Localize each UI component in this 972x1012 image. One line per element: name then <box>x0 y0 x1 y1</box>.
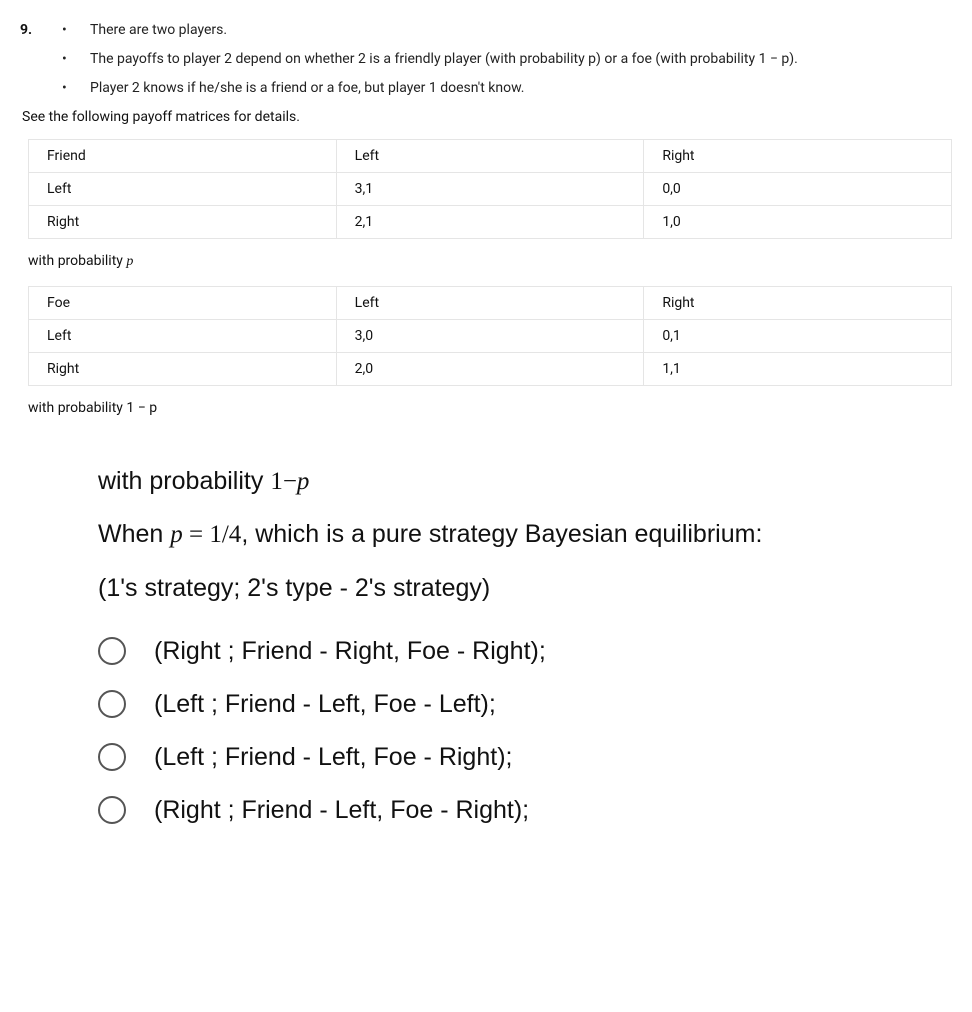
probability-label-friend: with probability p <box>28 253 952 270</box>
table-row: Right 2,1 1,0 <box>29 206 952 239</box>
table-row: Foe Left Right <box>29 287 952 320</box>
table-header-cell: Friend <box>29 140 337 173</box>
probability-line: with probability 1−p <box>98 458 952 505</box>
see-details-text: See the following payoff matrices for de… <box>22 109 952 125</box>
bullet-dot-icon: • <box>58 49 90 70</box>
bullet-item: • The payoffs to player 2 depend on whet… <box>58 49 952 70</box>
option-text: (Left ; Friend - Left, Foe - Left); <box>154 690 496 719</box>
question-prompt-section: with probability 1−p When p = 1/4, which… <box>98 458 952 825</box>
payoff-table-friend: Friend Left Right Left 3,1 0,0 Right 2,1… <box>28 139 952 239</box>
option-text: (Right ; Friend - Left, Foe - Right); <box>154 796 529 825</box>
bullet-list: • There are two players. • The payoffs t… <box>58 20 952 99</box>
strategy-format-line: (1's strategy; 2's type - 2's strategy) <box>98 565 952 611</box>
table-cell: 0,0 <box>644 173 952 206</box>
option-text: (Left ; Friend - Left, Foe - Right); <box>154 743 512 772</box>
bullet-text: There are two players. <box>90 20 227 41</box>
radio-icon[interactable] <box>98 690 126 718</box>
when-line: When p = 1/4, which is a pure strategy B… <box>98 511 952 558</box>
option-text: (Right ; Friend - Right, Foe - Right); <box>154 637 546 666</box>
question-number: 9. <box>20 20 58 38</box>
table-row: Friend Left Right <box>29 140 952 173</box>
option-row[interactable]: (Left ; Friend - Left, Foe - Right); <box>98 743 952 772</box>
table-cell: Left <box>29 173 337 206</box>
table-row: Left 3,0 0,1 <box>29 320 952 353</box>
table-cell: 3,0 <box>336 320 644 353</box>
option-row[interactable]: (Right ; Friend - Right, Foe - Right); <box>98 637 952 666</box>
option-row[interactable]: (Right ; Friend - Left, Foe - Right); <box>98 796 952 825</box>
question-block: 9. • There are two players. • The payoff… <box>20 20 952 849</box>
radio-icon[interactable] <box>98 637 126 665</box>
radio-icon[interactable] <box>98 796 126 824</box>
bullet-item: • There are two players. <box>58 20 952 41</box>
table-header-cell: Right <box>644 140 952 173</box>
table-row: Left 3,1 0,0 <box>29 173 952 206</box>
table-cell: 2,0 <box>336 353 644 386</box>
table-header-cell: Left <box>336 287 644 320</box>
options-list: (Right ; Friend - Right, Foe - Right); (… <box>98 637 952 825</box>
payoff-table-foe: Foe Left Right Left 3,0 0,1 Right 2,0 1,… <box>28 286 952 386</box>
radio-icon[interactable] <box>98 743 126 771</box>
option-row[interactable]: (Left ; Friend - Left, Foe - Left); <box>98 690 952 719</box>
probability-label-foe-truncated: with probability 1 − p <box>28 400 952 418</box>
bullet-dot-icon: • <box>58 78 90 99</box>
bullet-text: The payoffs to player 2 depend on whethe… <box>90 49 798 70</box>
table-cell: Right <box>29 206 337 239</box>
table-header-cell: Right <box>644 287 952 320</box>
table-header-cell: Left <box>336 140 644 173</box>
table-row: Right 2,0 1,1 <box>29 353 952 386</box>
table-cell: 1,1 <box>644 353 952 386</box>
bullet-text: Player 2 knows if he/she is a friend or … <box>90 78 524 99</box>
bullet-item: • Player 2 knows if he/she is a friend o… <box>58 78 952 99</box>
table-cell: 3,1 <box>336 173 644 206</box>
table-cell: Left <box>29 320 337 353</box>
bullet-dot-icon: • <box>58 20 90 41</box>
table-cell: Right <box>29 353 337 386</box>
table-cell: 1,0 <box>644 206 952 239</box>
table-cell: 0,1 <box>644 320 952 353</box>
question-content: • There are two players. • The payoffs t… <box>58 20 952 849</box>
table-header-cell: Foe <box>29 287 337 320</box>
table-cell: 2,1 <box>336 206 644 239</box>
